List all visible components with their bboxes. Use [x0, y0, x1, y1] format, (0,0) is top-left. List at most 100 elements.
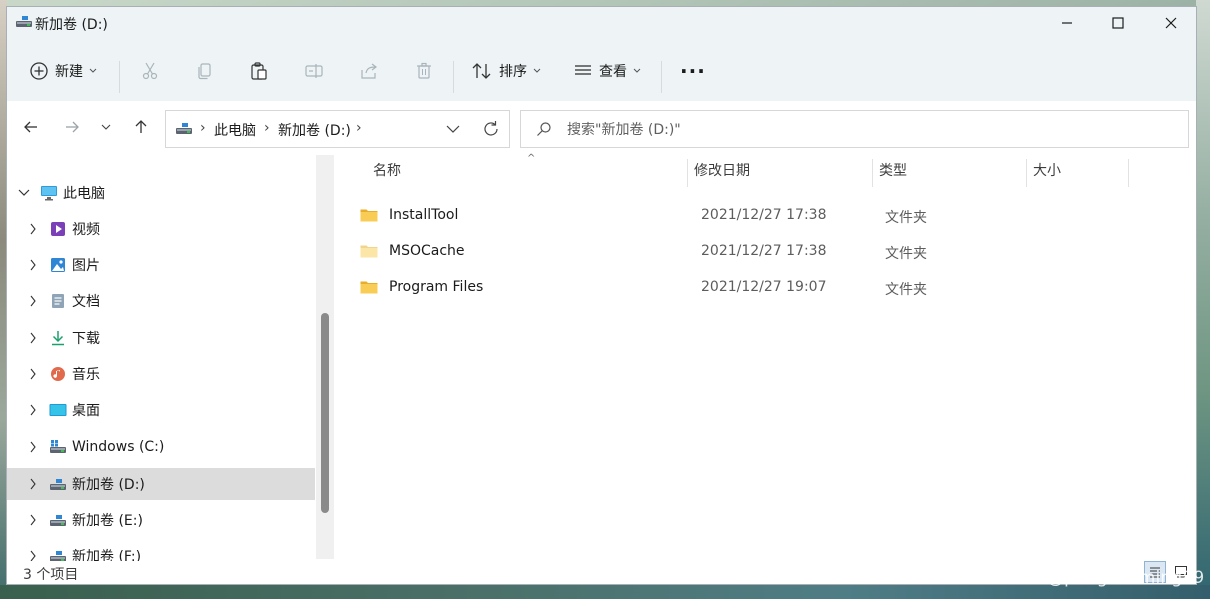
command-bar: 新建 排序 查看 ···: [7, 45, 1196, 97]
more-options-button[interactable]: ···: [680, 55, 706, 87]
sidebar-item-label: 图片: [72, 258, 100, 274]
drive-icon: [49, 547, 67, 561]
chevron-right-icon[interactable]: [26, 440, 40, 454]
chevron-right-icon[interactable]: [26, 331, 40, 345]
chevron-right-icon[interactable]: [26, 258, 40, 272]
breadcrumb-separator: ›: [200, 120, 206, 136]
chevron-right-icon[interactable]: [26, 222, 40, 236]
refresh-button[interactable]: [482, 119, 500, 143]
chevron-down-icon: [633, 68, 641, 73]
file-date: 2021/12/27 17:38: [701, 207, 827, 223]
maximize-button[interactable]: [1095, 7, 1141, 39]
more-icon: ···: [680, 59, 706, 83]
sidebar-scrollbar[interactable]: [316, 155, 334, 559]
column-header-size[interactable]: 大小: [1033, 155, 1061, 185]
desktop-wallpaper-right: [1196, 0, 1210, 599]
sort-label: 排序: [499, 64, 527, 80]
window-chrome: 新加卷 (D:) 新建 排序 查看 ···: [7, 7, 1196, 101]
minimize-button[interactable]: [1044, 7, 1090, 39]
delete-button[interactable]: [414, 55, 434, 87]
sort-button[interactable]: 排序: [471, 55, 541, 87]
file-name: MSOCache: [389, 243, 465, 259]
column-header-date[interactable]: 修改日期: [694, 155, 750, 185]
recent-locations-button[interactable]: [92, 113, 120, 141]
address-bar[interactable]: › 此电脑 › 新加卷 (D:) ›: [165, 110, 510, 148]
rename-icon: [305, 64, 323, 78]
file-name: Program Files: [389, 279, 484, 295]
file-row-program-files[interactable]: Program Files 2021/12/27 19:07 文件夹: [355, 271, 1175, 305]
drive-icon: [15, 15, 33, 33]
share-icon: [361, 63, 377, 79]
column-divider[interactable]: [1128, 159, 1129, 187]
up-button[interactable]: [127, 113, 155, 141]
trash-icon: [417, 62, 431, 79]
breadcrumb-separator[interactable]: ›: [356, 120, 362, 136]
chevron-right-icon[interactable]: [26, 403, 40, 417]
new-button[interactable]: 新建: [29, 55, 97, 87]
sidebar-item-downloads[interactable]: 下载: [7, 322, 315, 354]
column-header-type[interactable]: 类型: [879, 155, 907, 185]
toolbar-divider: [453, 61, 454, 93]
sidebar-item-desktop[interactable]: 桌面: [7, 394, 315, 426]
navigation-pane: 此电脑 视频 图片 文档 下载 音乐 桌面 Windows (C:) 新加卷 (…: [7, 155, 315, 561]
sidebar-item-label: 下载: [72, 331, 100, 347]
windows-drive-icon: [49, 438, 67, 456]
address-dropdown-button[interactable]: [445, 119, 461, 143]
back-button[interactable]: [17, 113, 45, 141]
sidebar-item-label: 音乐: [72, 367, 100, 383]
music-icon: [49, 365, 67, 383]
search-box[interactable]: [520, 110, 1189, 149]
download-icon: [49, 329, 67, 347]
arrow-left-icon: [24, 121, 37, 133]
chevron-down-icon[interactable]: [17, 186, 31, 200]
column-header-name[interactable]: 名称: [373, 155, 401, 185]
paste-button[interactable]: [249, 55, 269, 87]
chevron-right-icon[interactable]: [26, 513, 40, 527]
chevron-right-icon[interactable]: [26, 477, 40, 491]
sidebar-item-label: 新加卷 (F:): [72, 549, 142, 561]
chevron-right-icon[interactable]: [26, 549, 40, 561]
drive-icon: [49, 475, 67, 493]
sidebar-item-this-pc[interactable]: 此电脑: [7, 177, 315, 209]
folder-icon: [360, 280, 378, 298]
window-title: 新加卷 (D:): [35, 17, 108, 33]
toolbar-divider: [661, 61, 662, 93]
close-button[interactable]: [1148, 7, 1194, 39]
forward-button[interactable]: [58, 113, 86, 141]
file-row-msocache[interactable]: MSOCache 2021/12/27 17:38 文件夹: [355, 235, 1175, 269]
share-button[interactable]: [359, 55, 379, 87]
sidebar-item-drive-f[interactable]: 新加卷 (F:): [7, 540, 315, 561]
sidebar-item-drive-e[interactable]: 新加卷 (E:): [7, 504, 315, 536]
scrollbar-thumb[interactable]: [321, 313, 329, 513]
sidebar-item-drive-d[interactable]: 新加卷 (D:): [7, 468, 315, 500]
chevron-down-icon: [446, 125, 460, 133]
title-bar[interactable]: 新加卷 (D:): [7, 7, 1196, 39]
chevron-right-icon[interactable]: [26, 367, 40, 381]
sidebar-item-windows-c[interactable]: Windows (C:): [7, 431, 315, 463]
view-button[interactable]: 查看: [573, 55, 641, 87]
new-label: 新建: [55, 64, 83, 80]
sidebar-item-music[interactable]: 音乐: [7, 358, 315, 390]
sidebar-item-label: 新加卷 (E:): [72, 513, 143, 529]
file-row-installtool[interactable]: InstallTool 2021/12/27 17:38 文件夹: [355, 199, 1175, 233]
column-divider[interactable]: [1026, 159, 1027, 187]
breadcrumb-drive-d[interactable]: 新加卷 (D:): [278, 120, 351, 140]
search-input[interactable]: [565, 111, 1169, 149]
rename-button[interactable]: [304, 55, 324, 87]
sidebar-item-pictures[interactable]: 图片: [7, 249, 315, 281]
close-icon: [1165, 17, 1177, 29]
breadcrumb-this-pc[interactable]: 此电脑: [214, 120, 256, 140]
column-divider[interactable]: [872, 159, 873, 187]
sidebar-item-videos[interactable]: 视频: [7, 213, 315, 245]
copy-button[interactable]: [195, 55, 215, 87]
chevron-down-icon: [533, 68, 541, 73]
item-count: 3 个项目: [23, 567, 79, 583]
sidebar-item-label: Windows (C:): [72, 439, 165, 455]
file-list-pane: ^ 名称 修改日期 类型 大小 InstallTool 2021/12/27 1…: [335, 153, 1196, 561]
chevron-right-icon[interactable]: [26, 294, 40, 308]
scissors-icon: [142, 62, 158, 80]
cut-button[interactable]: [140, 55, 160, 87]
arrow-right-icon: [66, 121, 79, 133]
sidebar-item-documents[interactable]: 文档: [7, 285, 315, 317]
column-divider[interactable]: [687, 159, 688, 187]
